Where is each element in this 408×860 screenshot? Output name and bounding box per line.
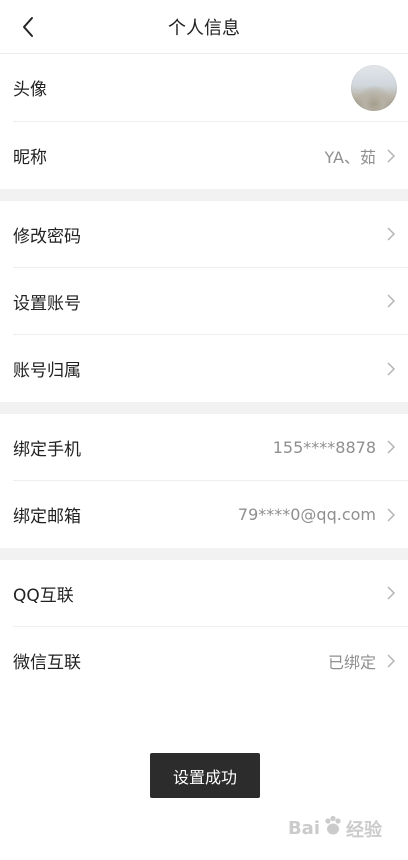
bind-phone-row[interactable]: 绑定手机 155****8878	[13, 414, 408, 481]
wechat-link-label: 微信互联	[13, 653, 81, 673]
chevron-right-icon	[386, 439, 396, 455]
back-button[interactable]	[10, 9, 46, 45]
qq-link-label: QQ互联	[13, 585, 74, 606]
profile-group: 头像 昵称 YA、茹	[0, 54, 408, 189]
success-toast: 设置成功	[150, 753, 260, 798]
baidu-watermark: Bai 经验	[288, 815, 382, 842]
section-divider	[0, 189, 408, 201]
set-account-label: 设置账号	[13, 293, 81, 314]
page-title: 个人信息	[168, 17, 240, 39]
watermark-text-left: Bai	[287, 818, 320, 839]
bind-email-label: 绑定邮箱	[13, 507, 81, 527]
qq-link-row[interactable]: QQ互联	[13, 560, 408, 627]
account-group: 修改密码 设置账号 账号归属	[0, 201, 408, 402]
chevron-right-icon	[386, 293, 396, 309]
paw-icon	[322, 815, 344, 842]
chevron-right-icon	[386, 653, 396, 669]
avatar-label: 头像	[13, 80, 47, 100]
avatar[interactable]	[351, 64, 397, 111]
nickname-label: 昵称	[13, 148, 47, 168]
nickname-value: YA、茹	[324, 147, 376, 167]
section-divider	[0, 548, 408, 560]
avatar-row[interactable]: 头像	[13, 54, 408, 122]
chevron-right-icon	[386, 226, 396, 242]
bind-email-row[interactable]: 绑定邮箱 79****0@qq.com	[13, 481, 408, 548]
watermark-text-right: 经验	[346, 819, 382, 841]
change-password-label: 修改密码	[13, 226, 81, 247]
chevron-right-icon	[386, 148, 396, 164]
chevron-left-icon	[23, 17, 33, 37]
change-password-row[interactable]: 修改密码	[13, 201, 408, 268]
account-ownership-label: 账号归属	[13, 361, 81, 381]
bind-phone-value: 155****8878	[272, 437, 376, 457]
social-group: QQ互联 微信互联 已绑定	[0, 560, 408, 694]
nickname-row[interactable]: 昵称 YA、茹	[13, 122, 408, 189]
binding-group: 绑定手机 155****8878 绑定邮箱 79****0@qq.com	[0, 414, 408, 548]
set-account-row[interactable]: 设置账号	[13, 268, 408, 335]
chevron-right-icon	[386, 585, 396, 601]
top-bar: 个人信息	[0, 0, 408, 54]
bind-phone-label: 绑定手机	[13, 439, 81, 460]
account-ownership-row[interactable]: 账号归属	[13, 335, 408, 402]
bind-email-value: 79****0@qq.com	[237, 505, 376, 524]
wechat-link-row[interactable]: 微信互联 已绑定	[13, 627, 408, 694]
chevron-right-icon	[386, 507, 396, 523]
wechat-link-value: 已绑定	[327, 652, 376, 672]
chevron-right-icon	[386, 361, 396, 377]
section-divider	[0, 402, 408, 414]
